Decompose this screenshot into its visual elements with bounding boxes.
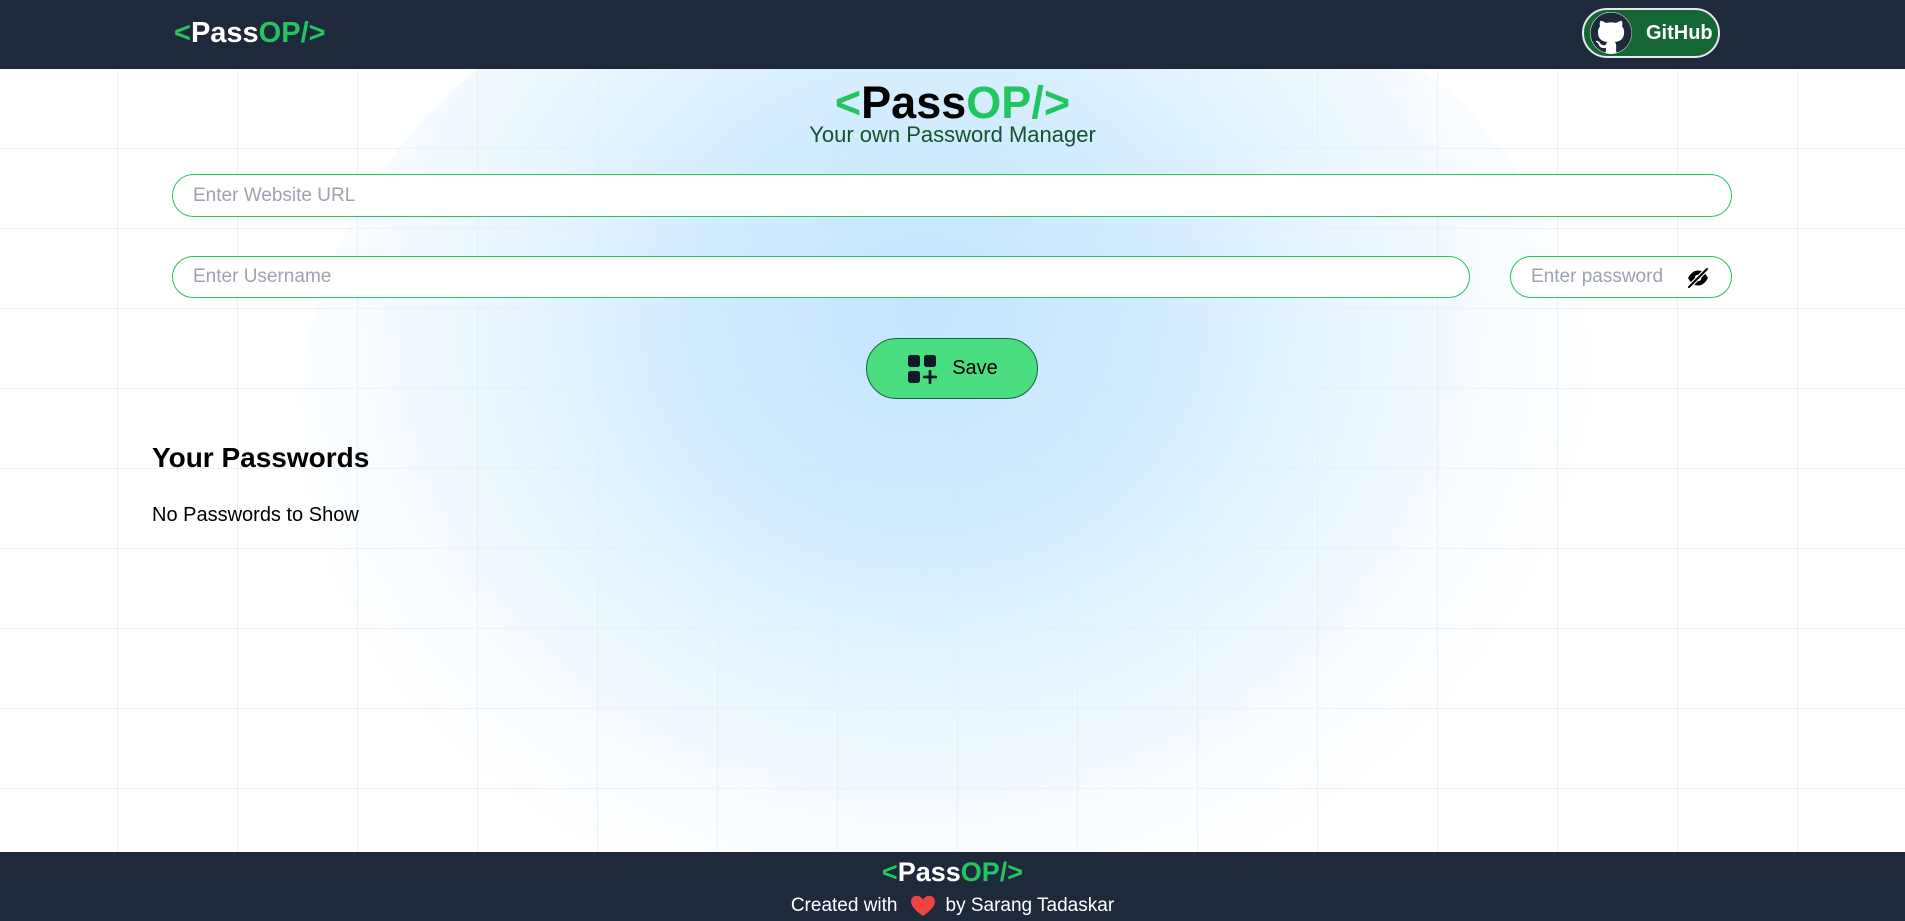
github-icon [1590, 12, 1632, 54]
navbar: <PassOP/> GitHub [0, 0, 1905, 69]
hero-logo-open-bracket: < [834, 77, 862, 128]
github-label: GitHub [1646, 21, 1713, 44]
footer-logo-pass: Pass [897, 857, 961, 887]
logo-pass: Pass [190, 17, 259, 49]
footer-logo-open-bracket: < [881, 857, 898, 887]
credit-suffix: by Sarang Tadaskar [945, 895, 1115, 916]
credit-prefix: Created with [790, 895, 898, 916]
empty-passwords-message: No Passwords to Show [152, 504, 359, 526]
save-label: Save [952, 357, 998, 379]
save-button[interactable]: Save [866, 338, 1038, 399]
eye-slash-icon[interactable] [1686, 267, 1710, 289]
passwords-heading: Your Passwords [152, 442, 370, 473]
footer-logo: <PassOP/> [0, 857, 1905, 888]
footer-logo-close-bracket: /> [999, 857, 1024, 887]
logo-open-bracket: < [174, 17, 191, 49]
hero-logo-pass: Pass [861, 77, 967, 128]
hero-logo-op: OP [966, 77, 1032, 128]
github-button[interactable]: GitHub [1582, 8, 1720, 58]
website-url-input[interactable] [172, 174, 1732, 217]
username-input[interactable] [172, 256, 1470, 298]
footer-credit: Created with by Sarang Tadaskar [0, 895, 1905, 917]
logo-op: OP [258, 17, 301, 49]
tagline: Your own Password Manager [809, 122, 1096, 147]
footer: <PassOP/> Created with by Sarang Tadaska… [0, 852, 1905, 921]
footer-logo-op: OP [960, 857, 1000, 887]
main-content: <PassOP/> Your own Password Manager Save… [0, 69, 1905, 852]
hero-logo-close-bracket: /> [1031, 77, 1071, 128]
nav-logo[interactable]: <PassOP/> [174, 17, 326, 50]
heart-icon [910, 895, 935, 916]
logo-close-bracket: /> [300, 17, 326, 49]
add-grid-icon [908, 354, 938, 384]
